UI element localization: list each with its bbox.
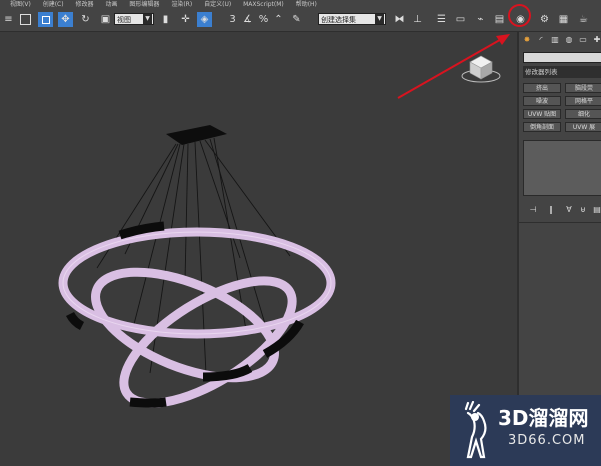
curve-editor-icon[interactable]: ⌁ [473, 12, 488, 27]
schematic-view-icon[interactable]: ▤ [492, 12, 507, 27]
modifier-button-bevel-profile[interactable]: 倒角剖面 [523, 122, 561, 132]
hierarchy-tab-icon[interactable]: ▥ [550, 34, 560, 44]
select-rotate-icon[interactable]: ↻ [78, 12, 93, 27]
align-icon[interactable]: ⊥ [410, 12, 425, 27]
deer-logo [464, 401, 487, 459]
display-tab-icon[interactable]: ▭ [578, 34, 588, 44]
perspective-viewport[interactable] [0, 32, 517, 466]
select-move-icon[interactable]: ✥ [58, 12, 73, 27]
modifier-button-uvw-map[interactable]: UVW 贴图 [523, 109, 561, 119]
menu-customize[interactable]: 自定义(U) [204, 0, 231, 9]
render-setup-icon[interactable]: ⚙ [537, 12, 552, 27]
utilities-tab-icon[interactable]: ✚ [592, 34, 601, 44]
modifier-button-2[interactable]: 脑段荧 [565, 83, 601, 93]
named-selection-dropdown[interactable]: 创建选择集 ▼ [318, 13, 386, 25]
angle-snap-icon[interactable]: ∡ [240, 12, 255, 27]
modifier-button-extrude[interactable]: 挤出 [523, 83, 561, 93]
modifier-button-mesh-smooth[interactable]: 网格平 [565, 96, 601, 106]
configure-sets-icon[interactable]: ▤ [591, 205, 601, 215]
make-unique-icon[interactable]: ∀ [563, 205, 575, 215]
viewcube-icon[interactable] [461, 55, 501, 83]
chandelier-model[interactable] [58, 125, 336, 427]
chevron-down-icon: ▼ [375, 14, 384, 24]
snap-toggle-icon[interactable]: 3 [225, 12, 240, 27]
menu-modifiers[interactable]: 修改器 [76, 0, 94, 9]
select-region-icon[interactable] [18, 12, 33, 27]
menu-view[interactable]: 视图(V) [10, 0, 31, 9]
highlight-circle [508, 4, 531, 27]
panel-divider [519, 222, 601, 223]
reference-coordinate-value: 视图 [117, 16, 131, 24]
pivot-center-icon[interactable]: ▮ [158, 12, 173, 27]
ceiling-plate [166, 125, 227, 145]
layer-manager-icon[interactable]: ☰ [434, 12, 449, 27]
modify-tab-icon[interactable]: ◜ [536, 34, 546, 44]
modifier-button-noise[interactable]: 噪波 [523, 96, 561, 106]
watermark: 3D溜溜网 3D66.COM [450, 395, 601, 466]
rendered-frame-window-icon[interactable]: ▦ [556, 12, 571, 27]
remove-modifier-icon[interactable]: ⊎ [577, 205, 589, 215]
watermark-domain: 3D66.COM [508, 433, 586, 448]
menu-maxscript[interactable]: MAXScript(M) [243, 0, 284, 9]
modifier-button-uvw-unwrap[interactable]: UVW 展 [565, 122, 601, 132]
window-crossing-icon[interactable] [38, 12, 53, 27]
modifier-list-dropdown[interactable]: 修改器列表 [523, 66, 601, 78]
chevron-down-icon: ▼ [143, 14, 152, 24]
edit-named-selection-icon[interactable]: ✎ [289, 12, 304, 27]
menu-rendering[interactable]: 渲染(R) [171, 0, 192, 9]
pin-stack-icon[interactable]: ⊣ [527, 205, 539, 215]
show-end-result-icon[interactable]: ‖ [545, 205, 557, 215]
select-link-icon[interactable]: ≡ [1, 12, 16, 27]
annotation-arrow [397, 34, 510, 99]
named-selection-value: 创建选择集 [321, 16, 356, 24]
mirror-icon[interactable]: ⧓ [392, 12, 407, 27]
watermark-title: 3D溜溜网 [498, 406, 589, 430]
toggle-ribbon-icon[interactable]: ▭ [453, 12, 468, 27]
menu-create[interactable]: 创建(C) [43, 0, 64, 9]
spinner-snap-icon[interactable]: ⌃ [271, 12, 286, 27]
render-teapot-icon[interactable]: ☕ [576, 12, 591, 27]
motion-tab-icon[interactable]: ◍ [564, 34, 574, 44]
create-tab-icon[interactable]: ✸ [522, 34, 532, 44]
modifier-button-tessellate[interactable]: 细化 [565, 109, 601, 119]
menu-animation[interactable]: 动画 [105, 0, 117, 9]
menu-graph-editors[interactable]: 图形编辑器 [129, 0, 159, 9]
menu-help[interactable]: 帮助(H) [296, 0, 317, 9]
select-scale-icon[interactable]: ▣ [98, 12, 113, 27]
reference-coordinate-dropdown[interactable]: 视图 ▼ [114, 13, 154, 25]
percent-snap-icon[interactable]: % [256, 12, 271, 27]
object-name-field[interactable] [523, 52, 601, 63]
select-manipulate-icon[interactable]: ✛ [178, 12, 193, 27]
modifier-stack-list[interactable] [523, 140, 601, 196]
keyboard-shortcut-toggle-icon[interactable]: ◈ [197, 12, 212, 27]
